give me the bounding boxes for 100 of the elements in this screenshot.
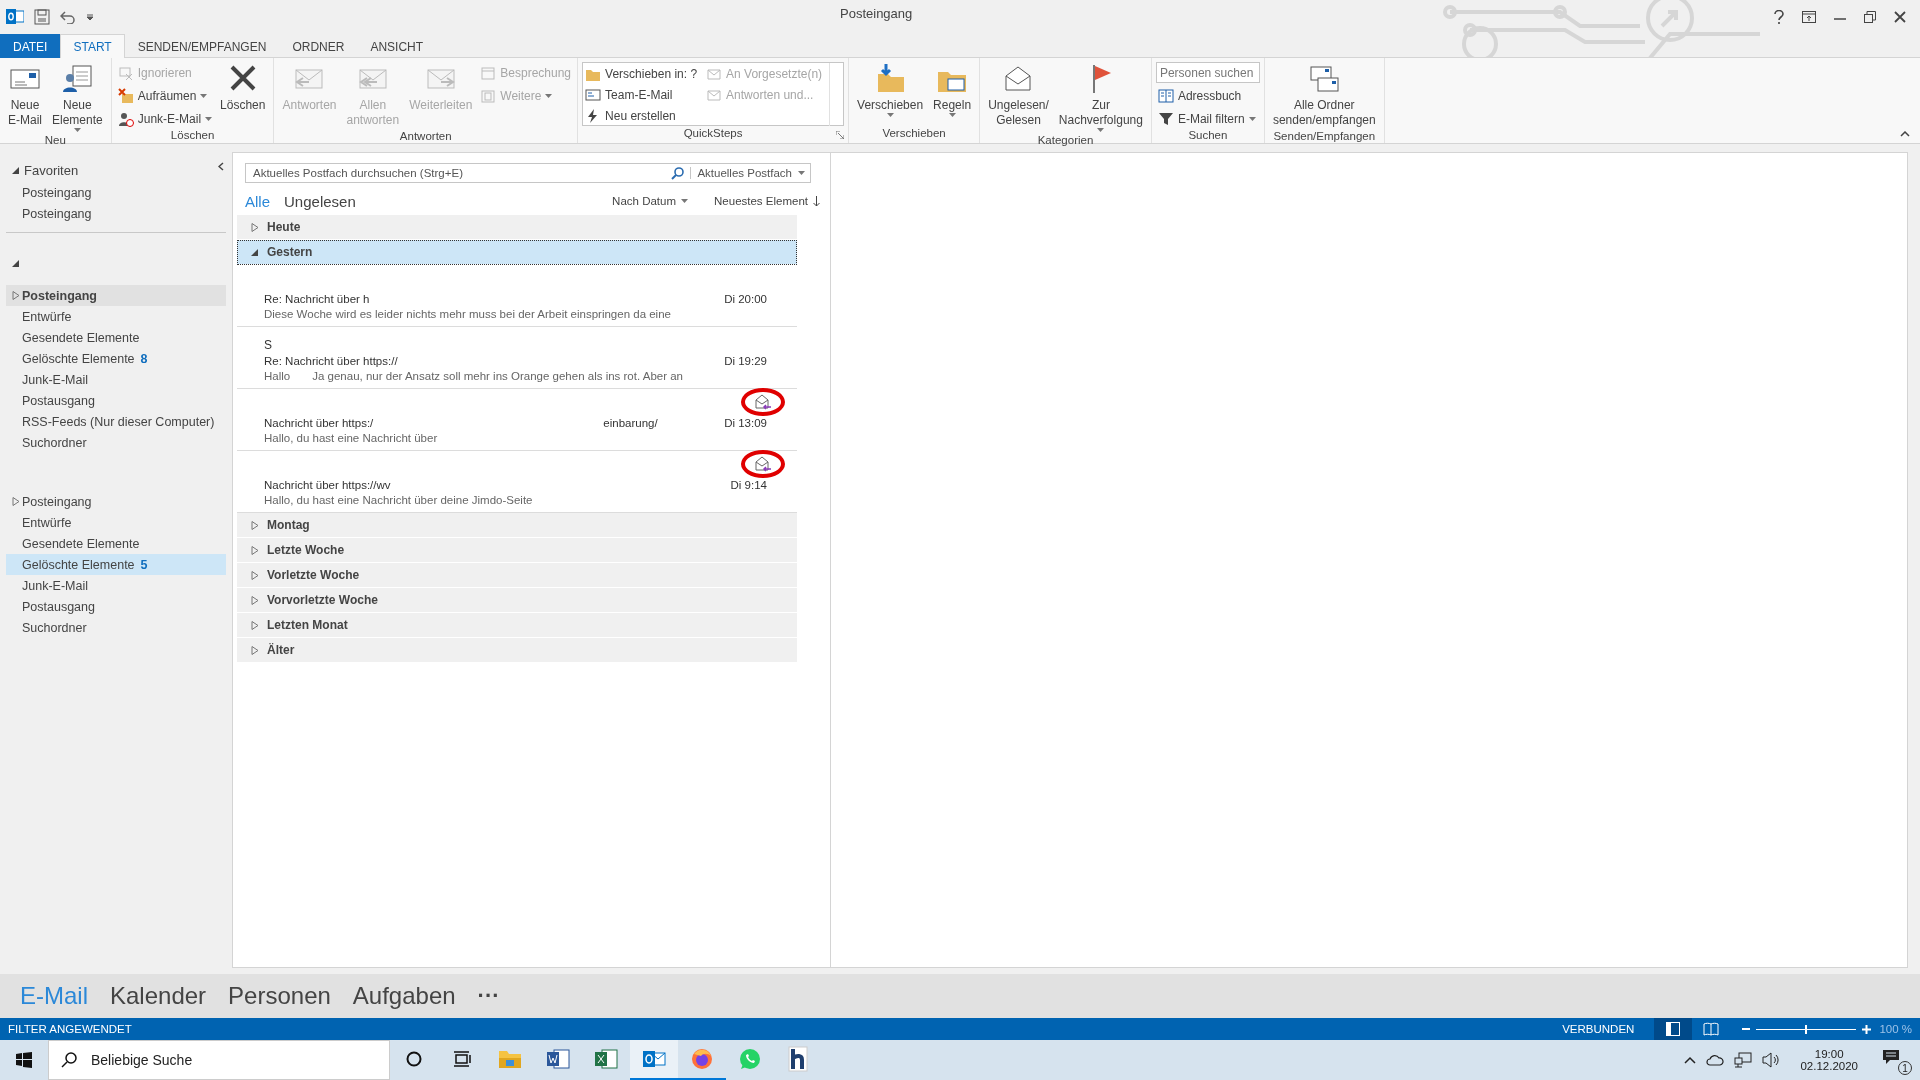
collapse-pane-icon[interactable] bbox=[218, 162, 224, 171]
message-subject: Nachricht über https://wv bbox=[264, 479, 391, 491]
dialog-launcher-icon[interactable] bbox=[836, 131, 845, 139]
date-group-header[interactable]: Letzte Woche bbox=[237, 538, 797, 563]
ribbon-button[interactable]: Aufräumen bbox=[115, 85, 215, 106]
save-icon[interactable] bbox=[34, 9, 50, 25]
ribbon-button[interactable]: Adressbuch bbox=[1155, 85, 1260, 106]
taskbar-app[interactable] bbox=[630, 1040, 678, 1080]
slider-thumb[interactable] bbox=[1805, 1024, 1808, 1034]
mail-app-icon[interactable] bbox=[6, 8, 24, 26]
collapse-arrow-icon[interactable] bbox=[12, 165, 20, 175]
ribbon-display-icon[interactable] bbox=[1802, 11, 1816, 23]
folder-item[interactable]: Gesendete Elemente bbox=[6, 327, 226, 348]
ribbon-button[interactable]: E-Mail filtern bbox=[1155, 108, 1260, 129]
collapse-arrow-icon[interactable] bbox=[251, 247, 259, 257]
message-item[interactable]: Nachricht über https:/ einbarung/ Di 13:09 Hallo, du hast eine Nachricht über bbox=[237, 389, 797, 451]
quickstep-item[interactable]: Neu erstellen bbox=[583, 105, 705, 126]
expand-arrow-icon[interactable] bbox=[251, 595, 259, 605]
restore-icon[interactable] bbox=[1864, 11, 1876, 23]
ribbon-button[interactable]: Zur Nachverfolgung bbox=[1054, 60, 1147, 134]
folder-item[interactable]: Gelöschte Elemente 5 bbox=[6, 554, 226, 575]
sort-order-button[interactable]: Neuestes Element bbox=[714, 195, 820, 207]
date-group-header[interactable]: Älter bbox=[237, 638, 797, 663]
task-view-icon bbox=[453, 1051, 471, 1067]
ribbon-button[interactable]: Neue Elemente bbox=[48, 60, 107, 134]
date-group-header[interactable]: Letzten Monat bbox=[237, 613, 797, 638]
zoom-in-icon[interactable] bbox=[1862, 1024, 1872, 1034]
message-subject: Nachricht über https:/ bbox=[264, 417, 374, 429]
chevron-up-icon[interactable] bbox=[1684, 1056, 1697, 1064]
ribbon-button[interactable]: Neue E-Mail bbox=[4, 60, 46, 134]
date-group-header[interactable]: Gestern bbox=[237, 240, 797, 265]
folder-item[interactable]: Posteingang bbox=[6, 285, 226, 306]
ribbon-button[interactable]: Löschen bbox=[216, 60, 270, 129]
search-icon[interactable] bbox=[671, 166, 685, 180]
filter-tab[interactable]: Alle bbox=[245, 192, 270, 210]
folder-item[interactable]: Gelöschte Elemente 8 bbox=[6, 348, 226, 369]
folder-item[interactable]: Entwürfe bbox=[6, 306, 226, 327]
file-tab[interactable]: DATEI bbox=[0, 34, 61, 58]
folder-item[interactable]: Entwürfe bbox=[6, 512, 226, 533]
message-item[interactable]: Re: Nachricht über h Di 20:00 Diese Woche wird es leider nichts mehr muss bei der Arbeit einspringen da eine bbox=[237, 265, 797, 327]
notification-button[interactable]: 1 bbox=[1878, 1043, 1912, 1077]
ribbon-button[interactable]: Alle Ordner senden/empfangen bbox=[1268, 60, 1380, 130]
date-group-header[interactable]: Montag bbox=[237, 513, 797, 538]
folder-item[interactable]: Postausgang bbox=[6, 596, 226, 617]
date-group-header[interactable]: Vorletzte Woche bbox=[237, 563, 797, 588]
folder-item[interactable]: Suchordner bbox=[6, 432, 226, 453]
ribbon-tab[interactable]: ORDNER bbox=[279, 34, 358, 58]
more-button[interactable]: ··· bbox=[477, 983, 500, 1009]
folder-item[interactable]: Junk-E-Mail bbox=[6, 369, 226, 390]
expand-arrow-icon[interactable] bbox=[251, 620, 259, 630]
quickstep-item[interactable]: Team-E-Mail bbox=[583, 84, 705, 105]
module-tab[interactable]: Personen bbox=[228, 982, 331, 1010]
message-preview: Ja genau, nur der Ansatz soll mehr ins Orange gehen als ins rot. Aber an bbox=[312, 370, 683, 382]
ribbon-button[interactable]: Junk-E-Mail bbox=[115, 108, 215, 129]
module-tab[interactable]: Kalender bbox=[110, 982, 207, 1010]
date-group-header[interactable]: Vorvorletzte Woche bbox=[237, 588, 797, 613]
date-group-header[interactable]: Heute bbox=[237, 215, 797, 240]
view-button[interactable] bbox=[1654, 1018, 1693, 1040]
undo-icon[interactable] bbox=[60, 10, 76, 24]
folder-item[interactable]: Posteingang bbox=[6, 203, 226, 224]
expand-arrow-icon[interactable] bbox=[12, 497, 20, 506]
cloud-icon[interactable] bbox=[1706, 1054, 1725, 1066]
taskbar-search-box[interactable]: Beliebige Suche bbox=[48, 1040, 390, 1080]
expand-arrow-icon[interactable] bbox=[12, 291, 20, 300]
network-icon[interactable] bbox=[1734, 1052, 1753, 1068]
expand-arrow-icon[interactable] bbox=[251, 222, 259, 232]
section-title[interactable]: Favoriten bbox=[24, 162, 79, 178]
collapse-ribbon-icon[interactable] bbox=[1900, 131, 1910, 137]
ribbon-button[interactable]: Regeln bbox=[929, 60, 976, 127]
folder-item[interactable]: Gesendete Elemente bbox=[6, 533, 226, 554]
expand-arrow-icon[interactable] bbox=[251, 520, 259, 530]
folder-item[interactable]: Posteingang bbox=[6, 182, 226, 203]
search-people-field[interactable]: Personen suchen bbox=[1155, 62, 1260, 83]
expand-arrow-icon[interactable] bbox=[251, 545, 259, 555]
clock[interactable]: 19:00 02.12.2020 bbox=[1790, 1048, 1868, 1072]
ribbon-tab[interactable]: SENDEN/EMPFANGEN bbox=[124, 34, 280, 58]
message-item[interactable]: S Re: Nachricht über https:// Di 19:29 Hallo Ja genau, nur der Ansatz soll mehr ins Orange gehen als ins rot. Aber an bbox=[237, 327, 797, 389]
sort-dropdown[interactable]: Nach Datum bbox=[612, 195, 689, 207]
module-tab[interactable]: Aufgaben bbox=[352, 982, 456, 1010]
ribbon-tab[interactable]: START bbox=[60, 34, 125, 58]
expand-arrow-icon[interactable] bbox=[251, 570, 259, 580]
message-subject: Re: Nachricht über https:// bbox=[264, 355, 398, 367]
quickstep-item[interactable]: Verschieben in: ? bbox=[583, 63, 705, 84]
help-icon[interactable] bbox=[1774, 10, 1784, 24]
volume-icon[interactable] bbox=[1762, 1052, 1781, 1068]
ribbon-button[interactable]: Verschieben bbox=[853, 60, 928, 127]
folder-item[interactable]: Posteingang bbox=[6, 491, 226, 512]
ribbon-button[interactable]: Ungelesen/ Gelesen bbox=[984, 60, 1053, 134]
folder-item[interactable]: RSS-Feeds (Nur dieser Computer) bbox=[6, 411, 226, 432]
close-icon[interactable] bbox=[1894, 11, 1906, 23]
folder-item[interactable]: Postausgang bbox=[6, 390, 226, 411]
folder-item[interactable]: Suchordner bbox=[6, 617, 226, 638]
ribbon-tab[interactable]: ANSICHT bbox=[357, 34, 437, 58]
collapse-arrow-icon[interactable] bbox=[12, 258, 20, 268]
expand-arrow-icon[interactable] bbox=[251, 645, 259, 655]
search-field[interactable]: Aktuelles Postfach durchsuchen (Strg+E) Aktuelles Postfach bbox=[245, 163, 811, 183]
scope-dropdown[interactable]: Aktuelles Postfach bbox=[690, 167, 805, 179]
folder-item[interactable]: Junk-E-Mail bbox=[6, 575, 226, 596]
customize-caret-icon[interactable] bbox=[86, 13, 94, 21]
filter-tab[interactable]: Ungelesen bbox=[284, 192, 356, 210]
